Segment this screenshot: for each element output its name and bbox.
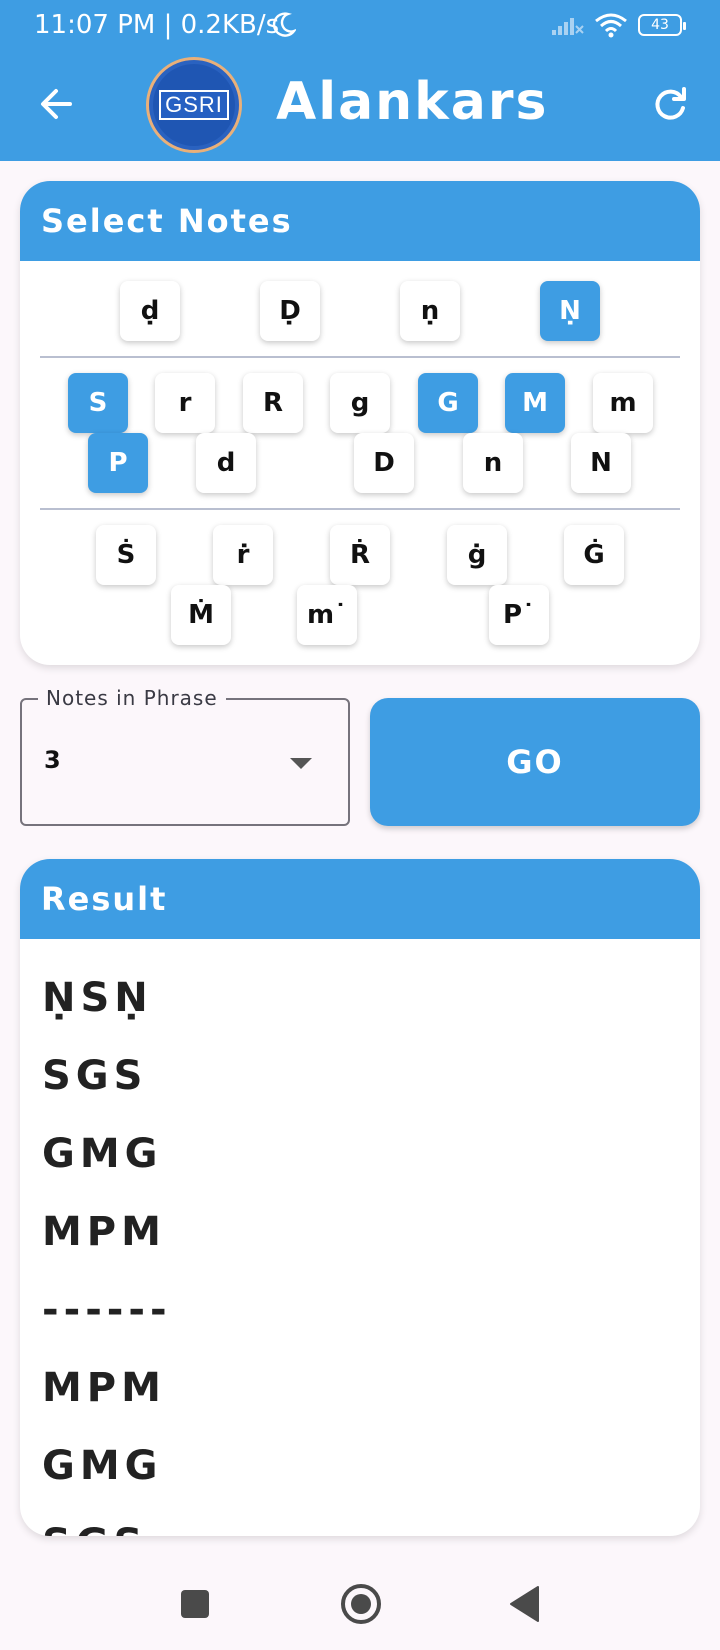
note-chip[interactable]: Ṁ [171,585,231,645]
notes-in-phrase-label: Notes in Phrase [38,686,226,710]
refresh-icon[interactable] [650,84,690,124]
result-card: Result ṆSṆ SGS GMG MPM ------ MPM GMG SG… [20,859,700,1536]
result-separator: ------ [42,1287,172,1333]
status-icons: 43 [550,12,686,38]
result-item: MPM [42,1365,166,1411]
note-chip[interactable]: g [330,373,390,433]
note-chip[interactable]: ṇ [400,281,460,341]
logo-text: GSRI [159,90,229,120]
result-header: Result [20,859,700,939]
result-item: SGS [42,1053,148,1099]
note-chip[interactable]: m˙ [297,585,357,645]
note-chip[interactable]: n [463,433,523,493]
wifi-icon [595,13,627,38]
note-chip[interactable]: Ṙ [330,525,390,585]
select-notes-header: Select Notes [20,181,700,261]
octave-divider [40,356,680,358]
result-item: SGS [42,1505,700,1536]
note-chip[interactable]: G [418,373,478,433]
result-item: ṆSṆ [42,975,153,1021]
note-chip[interactable]: ġ [447,525,507,585]
note-chip[interactable]: Ḍ [260,281,320,341]
page-title: Alankars [276,72,549,132]
home-circle-icon[interactable] [340,1583,382,1625]
system-nav-bar [0,1555,720,1650]
app-logo: GSRI [146,57,242,153]
note-chip[interactable]: M [505,373,565,433]
select-notes-card: Select Notes ḍ Ḍ ṇ Ṇ S r R g G M m P d D… [20,181,700,665]
note-chip[interactable]: D [354,433,414,493]
note-chip[interactable]: P [88,433,148,493]
result-list: ṆSṆ SGS GMG MPM ------ MPM GMG SGS [42,959,700,1536]
note-chip[interactable]: Ṇ [540,281,600,341]
go-button[interactable]: GO [370,698,700,826]
moon-icon [272,12,296,37]
result-item: GMG [42,1131,163,1177]
note-chip[interactable]: R [243,373,303,433]
note-chip[interactable]: Ġ [564,525,624,585]
octave-divider [40,508,680,510]
status-time: 11:07 PM | 0.2KB/s [34,10,280,40]
app-bar: 11:07 PM | 0.2KB/s 43 GSRI Alankars [0,0,720,161]
recents-square-icon[interactable] [181,1590,209,1618]
result-item: MPM [42,1209,166,1255]
back-triangle-icon[interactable] [508,1585,540,1623]
note-chip[interactable]: Ṡ [96,525,156,585]
note-chip[interactable]: ḍ [120,281,180,341]
note-chip[interactable]: ṙ [213,525,273,585]
result-item: GMG [42,1443,163,1489]
note-chip[interactable]: m [593,373,653,433]
note-chip[interactable]: P˙ [489,585,549,645]
dropdown-arrow-icon [290,758,312,769]
back-arrow-icon[interactable] [36,84,76,124]
note-chip[interactable]: N [571,433,631,493]
note-chip[interactable]: r [155,373,215,433]
battery-indicator: 43 [638,14,686,36]
notes-in-phrase-dropdown[interactable]: Notes in Phrase 3 [20,686,350,826]
signal-icon [552,18,584,35]
note-chip[interactable]: S [68,373,128,433]
note-chip[interactable]: d [196,433,256,493]
status-bar: 11:07 PM | 0.2KB/s 43 [0,0,720,56]
notes-in-phrase-value: 3 [44,746,61,774]
